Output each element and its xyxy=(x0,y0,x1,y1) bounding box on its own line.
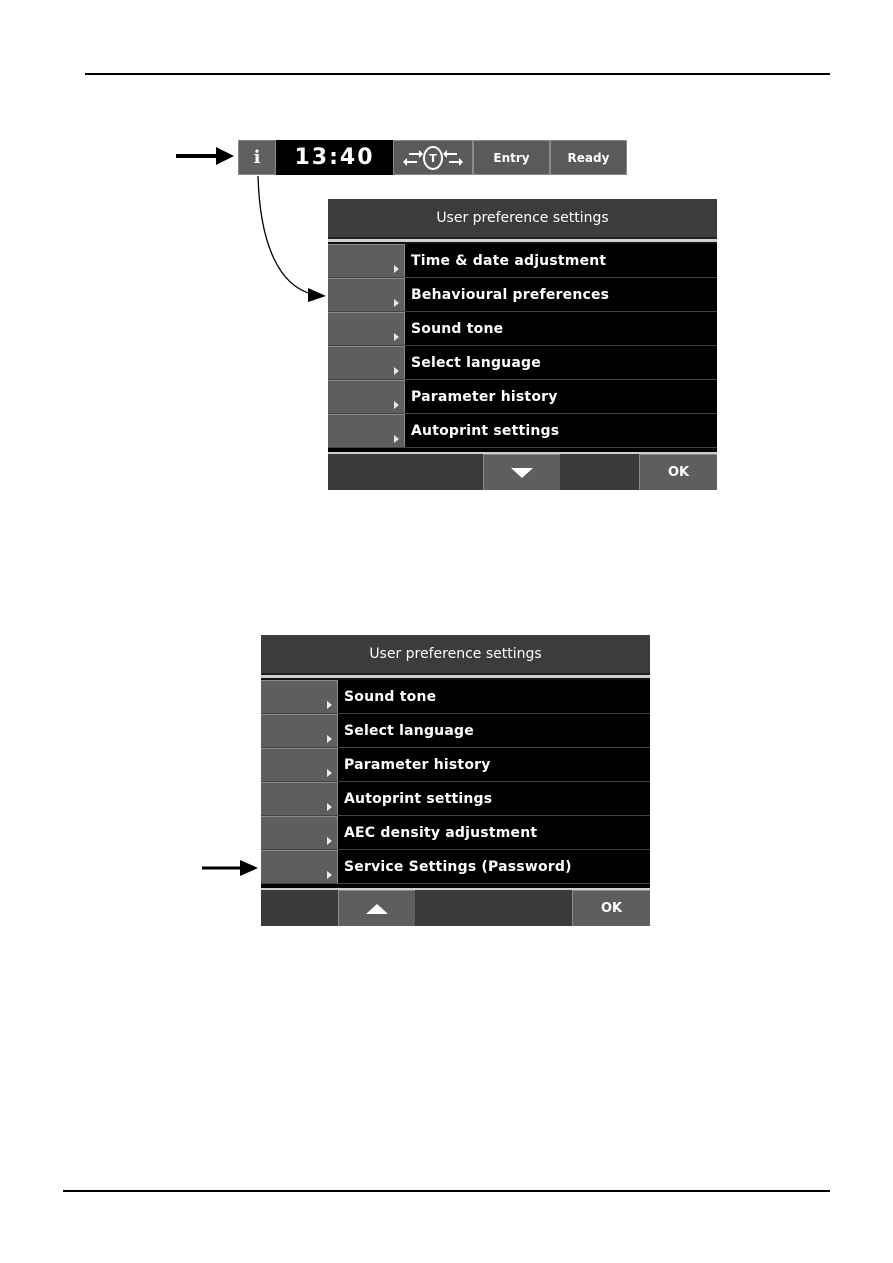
row-select-button[interactable] xyxy=(261,748,338,781)
chevron-right-icon xyxy=(327,837,332,845)
row-label: Sound tone xyxy=(411,320,504,337)
row-label: Behavioural preferences xyxy=(411,286,610,303)
row-label: Autoprint settings xyxy=(344,790,493,807)
transfer-label: T xyxy=(429,152,437,165)
row-select-button[interactable] xyxy=(328,346,405,379)
transfer-t-icon: T xyxy=(403,145,463,170)
row-select-button[interactable] xyxy=(261,782,338,815)
info-button[interactable]: i xyxy=(238,140,276,175)
curved-pointer-arrow-icon xyxy=(257,176,326,302)
chevron-right-icon xyxy=(394,333,399,341)
chevron-right-icon xyxy=(327,735,332,743)
list-item[interactable]: Autoprint settings xyxy=(328,414,717,448)
chevron-right-icon xyxy=(327,701,332,709)
ok-button[interactable]: OK xyxy=(572,890,650,926)
footer-rule xyxy=(63,1190,830,1192)
scroll-down-icon xyxy=(511,467,533,478)
row-label: Parameter history xyxy=(344,756,491,773)
panel-footer: OK xyxy=(328,454,717,490)
list-item[interactable]: Select language xyxy=(261,714,650,748)
chevron-right-icon xyxy=(327,803,332,811)
ok-button[interactable]: OK xyxy=(639,454,717,490)
row-select-button[interactable] xyxy=(328,244,405,277)
chevron-right-icon xyxy=(394,401,399,409)
row-select-button[interactable] xyxy=(261,714,338,747)
list-item[interactable]: Sound tone xyxy=(328,312,717,346)
chevron-right-icon xyxy=(394,367,399,375)
panel-footer: OK xyxy=(261,890,650,926)
row-label: Autoprint settings xyxy=(411,422,560,439)
row-label: Select language xyxy=(411,354,541,371)
scroll-up-button[interactable] xyxy=(338,890,415,926)
chevron-right-icon xyxy=(394,435,399,443)
row-select-button[interactable] xyxy=(261,850,338,883)
ready-button[interactable]: Ready xyxy=(550,140,627,175)
list-item[interactable]: Parameter history xyxy=(328,380,717,414)
chevron-right-icon xyxy=(394,299,399,307)
user-preference-panel-1: User preference settings Time & date adj… xyxy=(328,199,717,490)
list-item[interactable]: Service Settings (Password) xyxy=(261,850,650,884)
pointer-arrow-icon xyxy=(202,860,258,876)
header-rule xyxy=(85,73,830,75)
row-select-button[interactable] xyxy=(261,816,338,849)
row-label: AEC density adjustment xyxy=(344,824,538,841)
row-select-button[interactable] xyxy=(328,414,405,447)
list-item[interactable]: Select language xyxy=(328,346,717,380)
chevron-right-icon xyxy=(394,265,399,273)
scroll-up-icon xyxy=(366,903,388,914)
panel-title: User preference settings xyxy=(261,635,650,675)
list-item[interactable]: Parameter history xyxy=(261,748,650,782)
list-item[interactable]: AEC density adjustment xyxy=(261,816,650,850)
transfer-button[interactable]: T xyxy=(393,140,473,175)
pointer-arrow-icon xyxy=(176,147,234,165)
list-item[interactable]: Behavioural preferences xyxy=(328,278,717,312)
row-select-button[interactable] xyxy=(328,278,405,311)
row-label: Sound tone xyxy=(344,688,437,705)
row-select-button[interactable] xyxy=(328,380,405,413)
list-item[interactable]: Autoprint settings xyxy=(261,782,650,816)
row-label: Service Settings (Password) xyxy=(344,858,572,875)
chevron-right-icon xyxy=(327,871,332,879)
scroll-down-button[interactable] xyxy=(483,454,560,490)
panel-title: User preference settings xyxy=(328,199,717,239)
list-item[interactable]: Sound tone xyxy=(261,680,650,714)
row-label: Select language xyxy=(344,722,474,739)
user-preference-panel-2: User preference settings Sound tone Sele… xyxy=(261,635,650,926)
status-bar: i 13:40 T Entry Ready xyxy=(238,140,627,175)
chevron-right-icon xyxy=(327,769,332,777)
info-icon: i xyxy=(253,147,261,168)
row-label: Parameter history xyxy=(411,388,558,405)
row-select-button[interactable] xyxy=(261,680,338,713)
clock-display: 13:40 xyxy=(276,140,393,175)
row-label: Time & date adjustment xyxy=(411,252,607,269)
entry-button[interactable]: Entry xyxy=(473,140,550,175)
row-select-button[interactable] xyxy=(328,312,405,345)
list-item[interactable]: Time & date adjustment xyxy=(328,244,717,278)
